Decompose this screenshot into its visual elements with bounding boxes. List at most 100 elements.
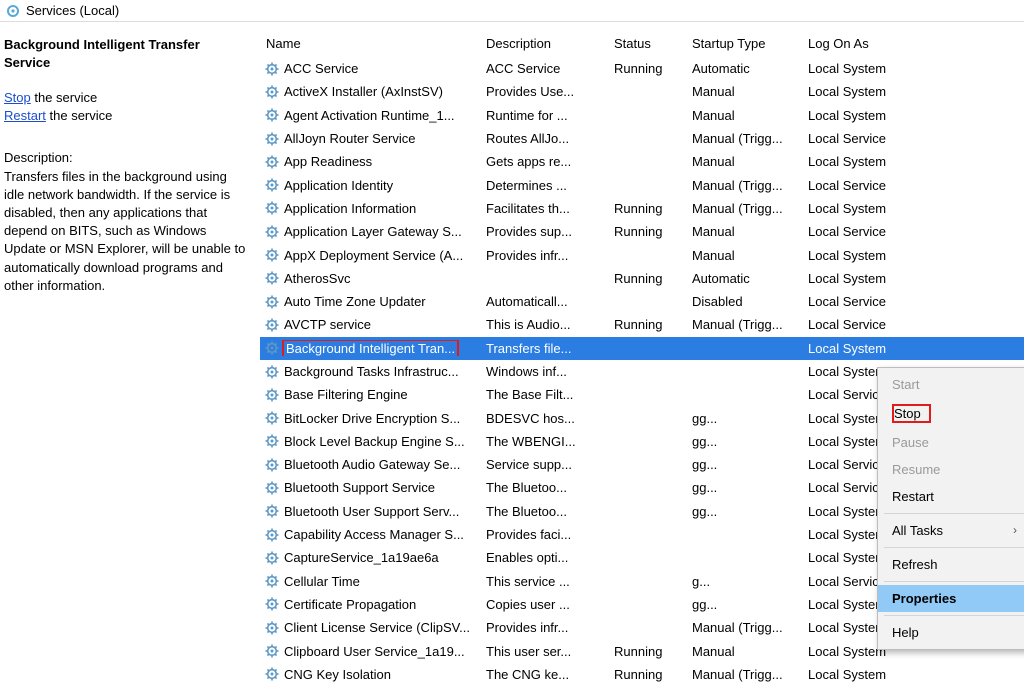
cell-name: CaptureService_1a19ae6a (260, 550, 480, 566)
menu-pause: Pause (878, 429, 1024, 456)
cell-description: Enables opti... (480, 550, 608, 565)
cell-description: BDESVC hos... (480, 411, 608, 426)
menu-stop[interactable]: Stop (878, 398, 1024, 429)
cell-startup: gg... (686, 480, 802, 495)
cell-description: Gets apps re... (480, 154, 608, 169)
menu-help[interactable]: Help (878, 619, 1024, 646)
cell-name: App Readiness (260, 154, 480, 170)
col-header-description[interactable]: Description (480, 36, 608, 51)
cell-description: Routes AllJo... (480, 131, 608, 146)
cell-logon: Local Service (802, 178, 922, 193)
cell-description: Windows inf... (480, 364, 608, 379)
service-row[interactable]: Application IdentityDetermines ...Manual… (260, 173, 1024, 196)
cell-name: Base Filtering Engine (260, 387, 480, 403)
menu-separator (884, 547, 1024, 548)
col-header-status[interactable]: Status (608, 36, 686, 51)
cell-status: Running (608, 271, 686, 286)
service-name-text: CaptureService_1a19ae6a (284, 550, 439, 565)
cell-startup: gg... (686, 504, 802, 519)
cell-logon: Local System (802, 201, 922, 216)
gear-icon (264, 154, 280, 170)
cell-logon: Local Service (802, 294, 922, 309)
service-name-text: Bluetooth User Support Serv... (284, 504, 459, 519)
menu-properties[interactable]: Properties (878, 585, 1024, 612)
service-row[interactable]: AtherosSvcRunningAutomaticLocal System (260, 267, 1024, 290)
cell-description: Provides infr... (480, 620, 608, 635)
gear-icon (264, 131, 280, 147)
cell-startup: Automatic (686, 61, 802, 76)
gear-icon (264, 457, 280, 473)
cell-name: Auto Time Zone Updater (260, 294, 480, 310)
column-headers[interactable]: Name Description Status Startup Type Log… (260, 22, 1024, 57)
service-name-text: Auto Time Zone Updater (284, 294, 426, 309)
col-header-startup[interactable]: Startup Type (686, 36, 802, 51)
service-row[interactable]: Auto Time Zone UpdaterAutomaticall...Dis… (260, 290, 1024, 313)
col-header-name[interactable]: Name (260, 36, 480, 51)
gear-icon (264, 364, 280, 380)
cell-status: Running (608, 224, 686, 239)
stop-link[interactable]: Stop (4, 90, 31, 105)
cell-description: ACC Service (480, 61, 608, 76)
cell-description: The Base Filt... (480, 387, 608, 402)
cell-description: Provides sup... (480, 224, 608, 239)
cell-name: Clipboard User Service_1a19... (260, 643, 480, 659)
cell-name: Application Layer Gateway S... (260, 224, 480, 240)
service-name-text: Certificate Propagation (284, 597, 416, 612)
cell-name: CNG Key Isolation (260, 666, 480, 682)
pane-title: Services (Local) (26, 3, 119, 18)
service-row[interactable]: Application Layer Gateway S...Provides s… (260, 220, 1024, 243)
services-list-pane: Name Description Status Startup Type Log… (260, 22, 1024, 689)
service-name-text: App Readiness (284, 154, 372, 169)
cell-description: Automaticall... (480, 294, 608, 309)
cell-description: Determines ... (480, 178, 608, 193)
cell-startup: Manual (Trigg... (686, 317, 802, 332)
gear-icon (264, 643, 280, 659)
service-row[interactable]: ActiveX Installer (AxInstSV)Provides Use… (260, 80, 1024, 103)
gear-icon (264, 596, 280, 612)
gear-icon (264, 270, 280, 286)
service-row[interactable]: App ReadinessGets apps re...ManualLocal … (260, 150, 1024, 173)
menu-separator (884, 513, 1024, 514)
cell-name: BitLocker Drive Encryption S... (260, 410, 480, 426)
service-row[interactable]: ACC ServiceACC ServiceRunningAutomaticLo… (260, 57, 1024, 80)
service-name-text: BitLocker Drive Encryption S... (284, 411, 460, 426)
gear-icon (264, 527, 280, 543)
service-row[interactable]: Background Intelligent Tran...Transfers … (260, 337, 1024, 360)
service-row[interactable]: AppX Deployment Service (A...Provides in… (260, 243, 1024, 266)
service-row[interactable]: AVCTP serviceThis is Audio...RunningManu… (260, 313, 1024, 336)
gear-icon (264, 294, 280, 310)
service-name-text: Application Information (284, 201, 416, 216)
service-name-text: ACC Service (284, 61, 358, 76)
cell-name: Application Information (260, 200, 480, 216)
gear-icon (264, 177, 280, 193)
menu-refresh[interactable]: Refresh (878, 551, 1024, 578)
col-header-logon[interactable]: Log On As (802, 36, 922, 51)
cell-startup: Manual (Trigg... (686, 667, 802, 682)
service-name-text: Base Filtering Engine (284, 387, 408, 402)
service-name-text: Capability Access Manager S... (284, 527, 464, 542)
service-name-text: Clipboard User Service_1a19... (284, 644, 465, 659)
cell-logon: Local System (802, 154, 922, 169)
cell-logon: Local System (802, 84, 922, 99)
cell-name: AVCTP service (260, 317, 480, 333)
service-row[interactable]: Application InformationFacilitates th...… (260, 197, 1024, 220)
menu-start: Start (878, 371, 1024, 398)
menu-restart[interactable]: Restart (878, 483, 1024, 510)
service-row[interactable]: AllJoyn Router ServiceRoutes AllJo...Man… (260, 127, 1024, 150)
cell-startup: Manual (Trigg... (686, 131, 802, 146)
menu-all-tasks[interactable]: All Tasks (878, 517, 1024, 544)
service-row[interactable]: Agent Activation Runtime_1...Runtime for… (260, 104, 1024, 127)
description-label: Description: (4, 149, 247, 167)
cell-description: This user ser... (480, 644, 608, 659)
cell-name: Bluetooth Audio Gateway Se... (260, 457, 480, 473)
restart-link[interactable]: Restart (4, 108, 46, 123)
service-name-text: Application Identity (284, 178, 393, 193)
cell-startup: Manual (686, 248, 802, 263)
cell-description: The CNG ke... (480, 667, 608, 682)
cell-logon: Local System (802, 61, 922, 76)
stop-service-line: Stop the service (4, 89, 247, 107)
service-name-text: AppX Deployment Service (A... (284, 248, 463, 263)
cell-startup: gg... (686, 434, 802, 449)
service-row[interactable]: CNG Key IsolationThe CNG ke...RunningMan… (260, 663, 1024, 686)
cell-logon: Local System (802, 108, 922, 123)
